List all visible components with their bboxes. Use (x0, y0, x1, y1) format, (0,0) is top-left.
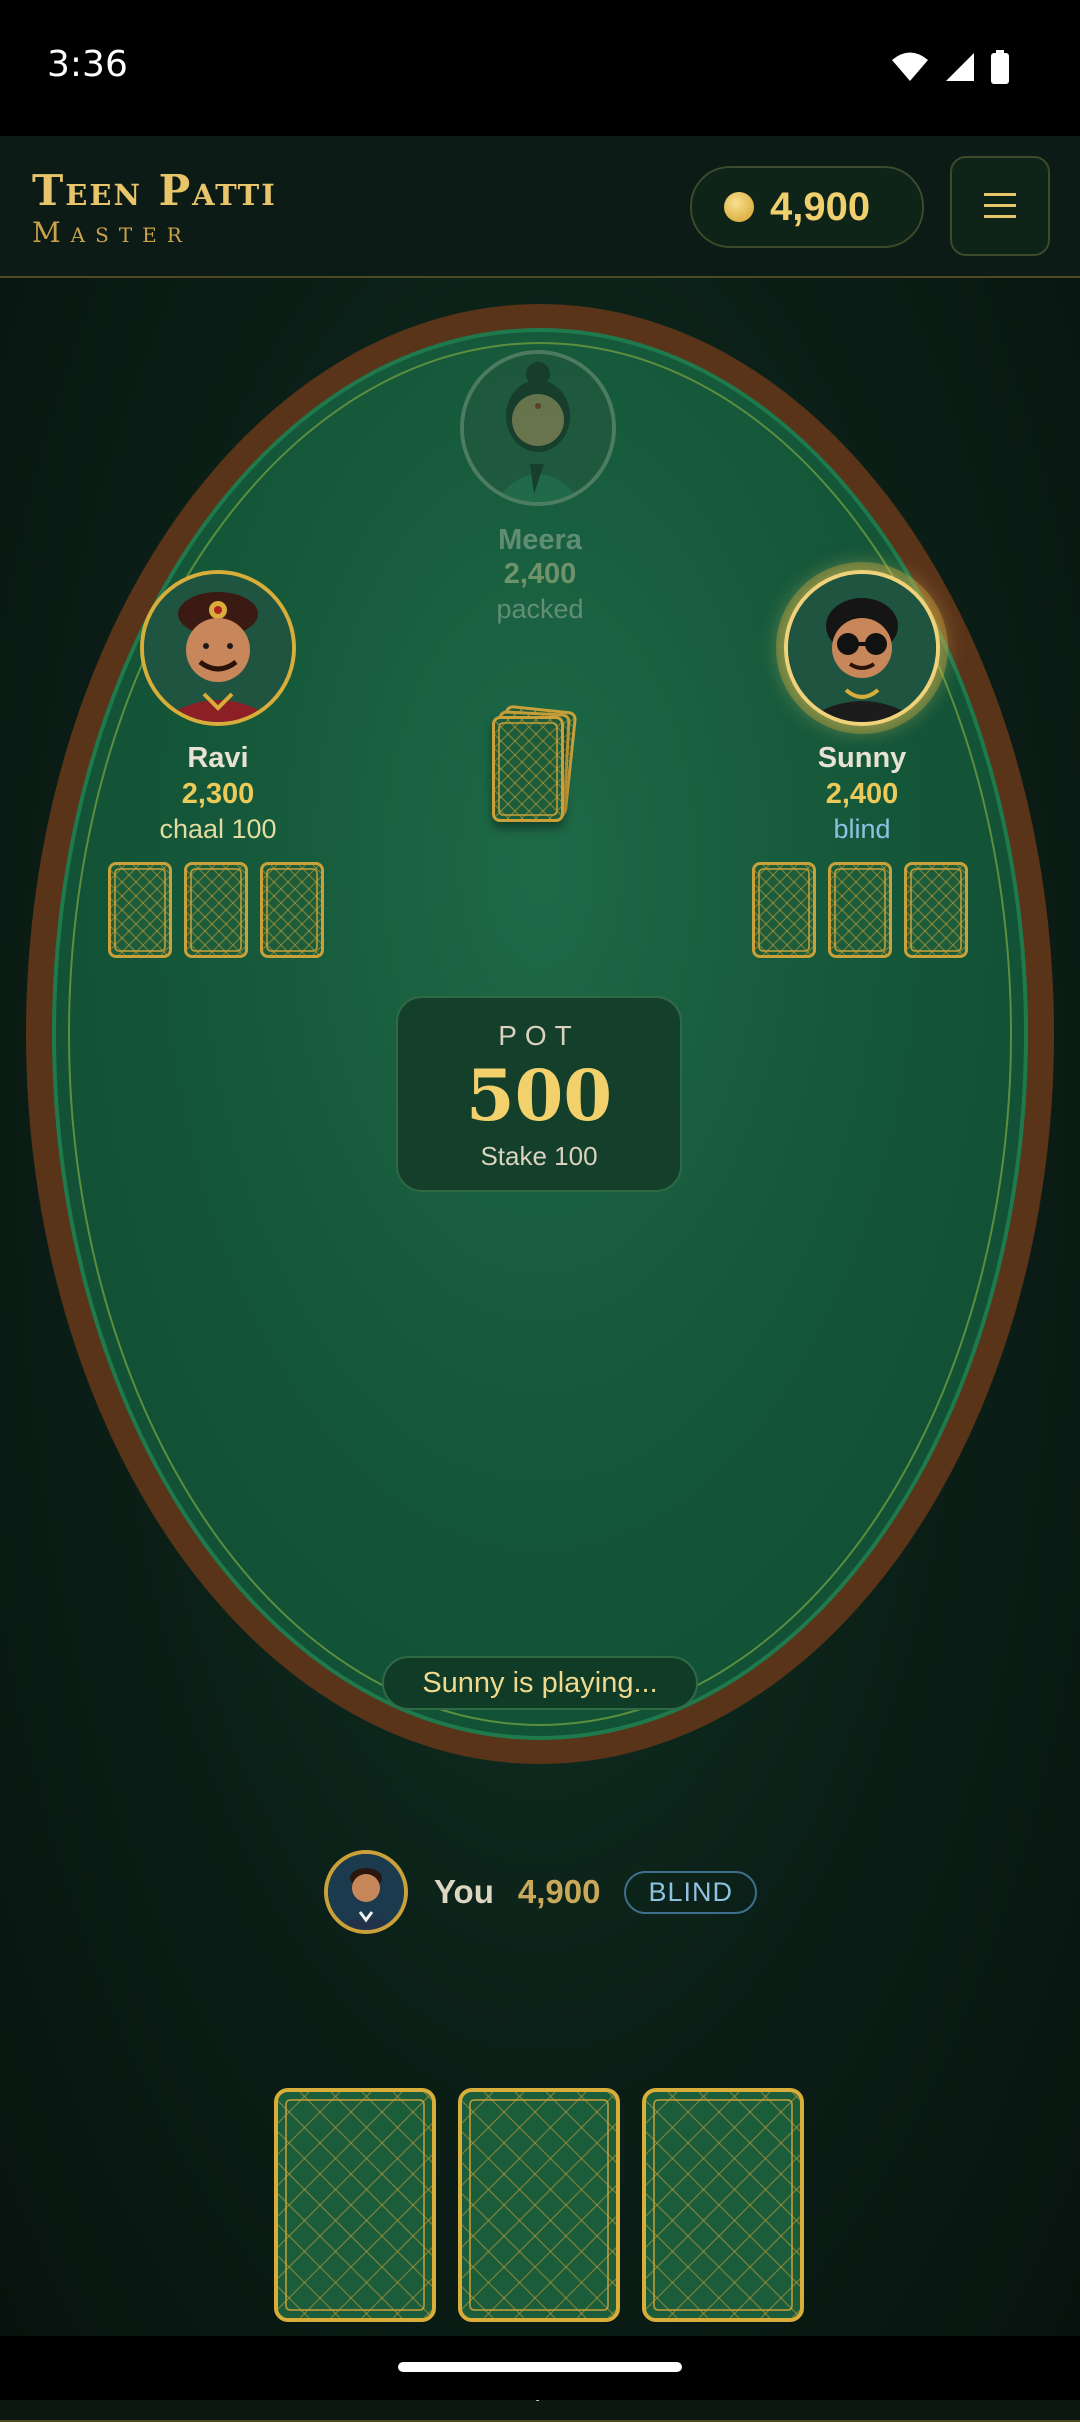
logo-subtitle: Master (32, 216, 192, 249)
deck-pile (492, 704, 578, 822)
card-back-pattern-icon (907, 865, 965, 955)
coin-balance[interactable]: 4,900 (690, 166, 924, 248)
card-back-pattern-icon (187, 865, 245, 955)
home-indicator[interactable] (398, 2362, 682, 2372)
meera-portrait-icon (464, 354, 612, 502)
card-back-pattern-icon (462, 2092, 616, 2318)
name-sunny: Sunny (817, 742, 907, 774)
your-card-2[interactable] (458, 2088, 620, 2322)
sunny-portrait-icon (788, 574, 936, 722)
avatar-meera (460, 350, 616, 506)
name-ravi: Ravi (187, 742, 249, 774)
signal-icon (946, 53, 974, 81)
card-back-pattern-icon (263, 865, 321, 955)
avatar-sunny (784, 570, 940, 726)
chips-sunny: 2,400 (825, 778, 899, 810)
ravi-card-1 (108, 862, 172, 958)
card-back-pattern-icon (646, 2092, 800, 2318)
menu-button[interactable] (950, 156, 1050, 256)
your-card-1[interactable] (274, 2088, 436, 2322)
status-meera: packed (496, 594, 584, 624)
status-sunny: blind (833, 814, 891, 844)
status-time: 3:36 (47, 44, 128, 85)
card-back-pattern-icon (495, 719, 561, 819)
sunny-card-1 (752, 862, 816, 958)
status-ravi: chaal 100 (159, 814, 277, 844)
card-back-pattern-icon (278, 2092, 432, 2318)
card-back-pattern-icon (831, 865, 889, 955)
sunny-card-2 (828, 862, 892, 958)
deck-card-3 (492, 716, 564, 822)
status-bar: 3:36 (0, 0, 1080, 136)
stake-label: Stake 100 (480, 1141, 598, 1171)
ravi-portrait-icon (144, 574, 292, 722)
turn-indicator: Sunny is playing... (382, 1656, 698, 1710)
status-icons (890, 50, 1010, 84)
pot-box: POT 500 Stake 100 (396, 996, 682, 1192)
sunny-card-3 (904, 862, 968, 958)
your-card-3[interactable] (642, 2088, 804, 2322)
avatar-ravi (140, 570, 296, 726)
pot-label: POT (498, 1020, 580, 1051)
avatar-you (324, 1850, 408, 1934)
pot-value: 500 (465, 1054, 613, 1137)
name-meera: Meera (498, 524, 582, 556)
you-name: You (434, 1873, 494, 1910)
coin-balance-value: 4,900 (770, 184, 871, 229)
chips-meera: 2,400 (503, 558, 577, 590)
battery-icon (991, 50, 1009, 84)
hamburger-icon (984, 193, 1016, 218)
player-you-row: You 4,900 BLIND (324, 1848, 758, 1936)
ravi-card-3 (260, 862, 324, 958)
app-header: Teen Patti Master 4,900 (0, 136, 1080, 278)
chips-ravi: 2,300 (181, 778, 255, 810)
you-chips: 4,900 (517, 1873, 601, 1910)
wifi-icon (892, 52, 928, 81)
ravi-card-2 (184, 862, 248, 958)
coin-icon (724, 192, 754, 222)
blind-badge: BLIND (624, 1870, 758, 1914)
logo-title: Teen Patti (32, 166, 277, 215)
game-screen: Teen Patti Master 4,900 Meera 2,400 pack… (0, 136, 1080, 2422)
card-back-pattern-icon (755, 865, 813, 955)
you-portrait-icon (328, 1854, 404, 1930)
card-back-pattern-icon (111, 865, 169, 955)
